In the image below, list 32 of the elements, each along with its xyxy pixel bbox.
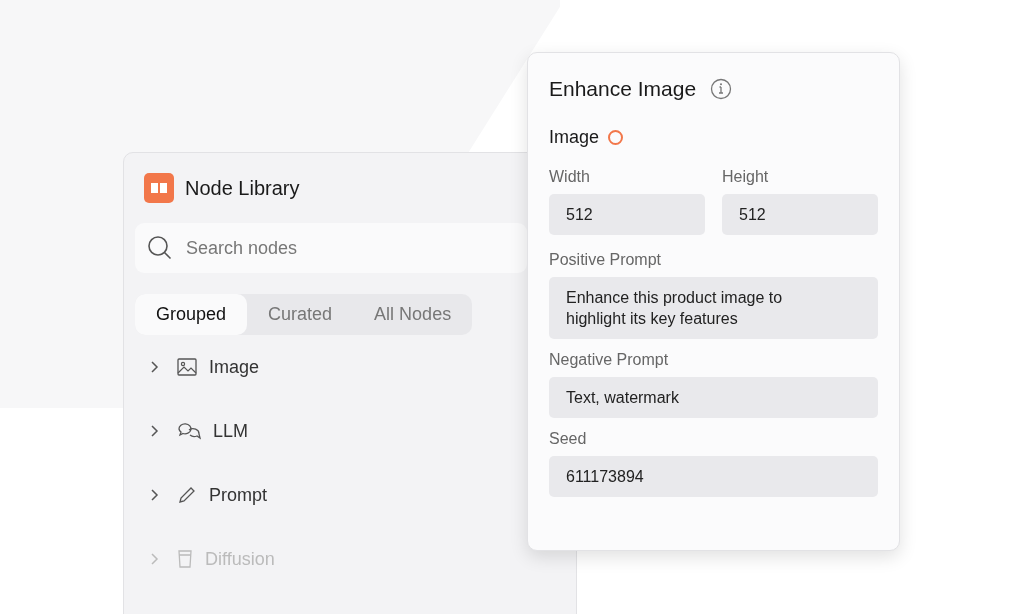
field-label: Positive Prompt — [549, 251, 663, 269]
tab[interactable]: Grouped — [135, 294, 248, 335]
node-group-item[interactable]: Image — [135, 335, 274, 399]
image-icon — [177, 358, 197, 376]
chevron-right-icon — [149, 488, 159, 502]
chevron-right-icon — [149, 360, 159, 374]
field-label: Height — [722, 168, 770, 186]
input-field[interactable]: 512 — [549, 194, 705, 235]
node-group-item[interactable]: LLM — [135, 399, 262, 463]
tab[interactable]: All Nodes — [353, 294, 473, 335]
input-field[interactable]: 512 — [722, 194, 878, 235]
pencil-icon — [177, 485, 197, 505]
tab[interactable]: Curated — [247, 294, 354, 335]
field-label: Width — [549, 168, 591, 186]
chat-bubbles-icon — [177, 421, 201, 441]
chevron-right-icon — [149, 552, 159, 566]
node-title: Enhance Image — [549, 77, 697, 101]
field-label: Negative Prompt — [549, 351, 670, 369]
search-icon — [147, 235, 173, 261]
panel-title: Node Library — [185, 176, 300, 200]
search-field[interactable]: Search nodes — [135, 223, 527, 273]
node-group-item[interactable]: Prompt — [135, 463, 282, 527]
book-icon — [144, 173, 174, 203]
cup-icon — [177, 549, 193, 569]
chevron-right-icon — [149, 424, 159, 438]
input-field[interactable]: 611173894 — [549, 456, 878, 497]
input-port-icon[interactable] — [608, 130, 624, 145]
input-label: Image — [549, 127, 600, 148]
input-field[interactable]: Text, watermark — [549, 377, 878, 418]
input-field[interactable]: Enhance this product image to highlight its key features — [549, 277, 878, 339]
field-label: Seed — [549, 430, 588, 448]
info-icon[interactable] — [710, 78, 733, 100]
